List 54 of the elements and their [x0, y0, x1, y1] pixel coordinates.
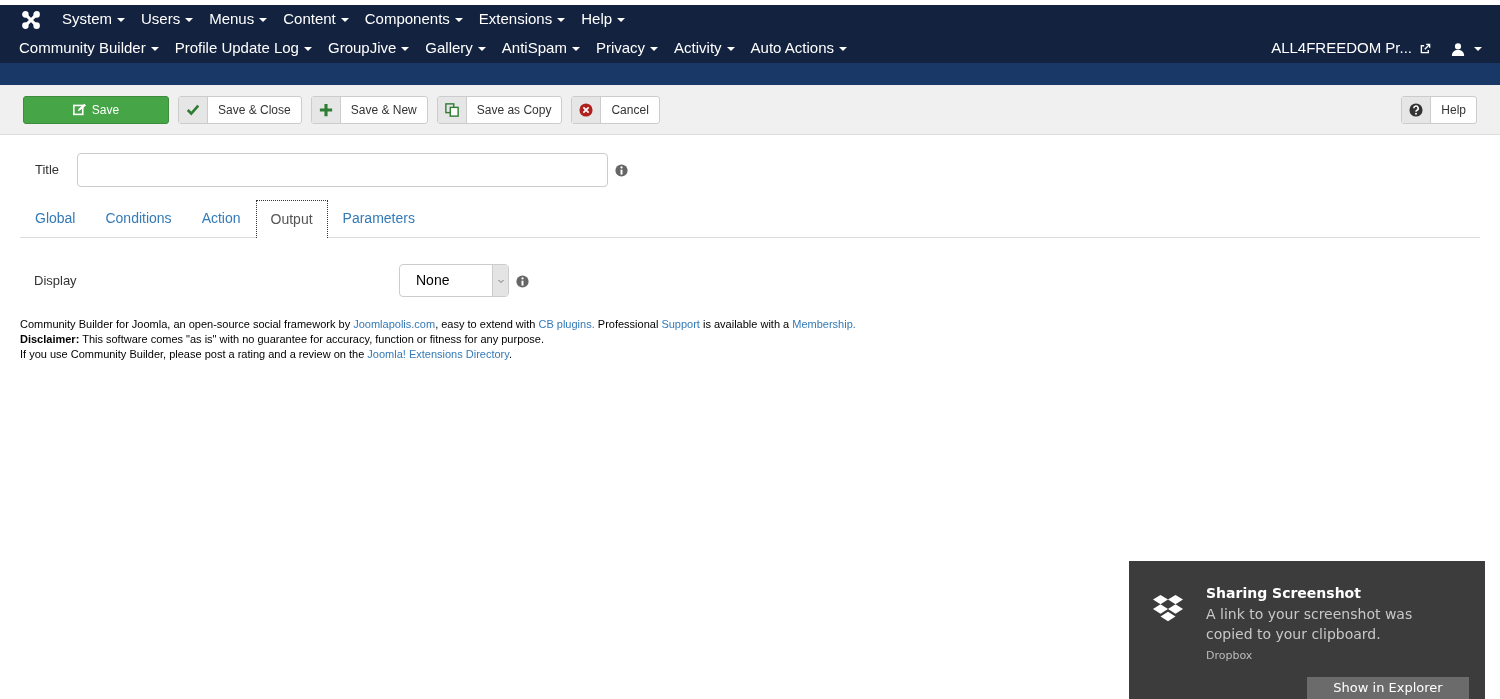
display-select[interactable]: None	[399, 264, 509, 297]
menu-item[interactable]: Privacy	[587, 37, 667, 60]
field-label: Title	[35, 161, 61, 180]
menu-item[interactable]: Gallery	[417, 37, 494, 60]
tab[interactable]: Parameters	[327, 200, 430, 237]
menu-item[interactable]: Users	[133, 8, 202, 31]
help-icon	[1409, 102, 1424, 117]
tab[interactable]: Global	[20, 200, 91, 237]
toolbar-button[interactable]: Save as Copy	[436, 95, 563, 124]
tab[interactable]: Conditions	[90, 200, 187, 237]
cancel-icon	[579, 102, 594, 117]
dropbox-logo-icon	[1152, 593, 1184, 623]
show-in-explorer-button[interactable]: Show in Explorer	[1307, 677, 1469, 699]
footer-text: Community Builder for Joomla, an open-source social framework by Joomlapolis.com, easy to extend with CB plugins. Professional Support is available with a Membership.	[20, 317, 857, 332]
info-icon	[515, 274, 529, 288]
footer-text: Disclaimer: This software comes "as is" with no guarantee for accuracy, function or fitness for any purpose.	[20, 332, 546, 347]
notification-source: Dropbox	[1206, 648, 1254, 664]
toolbar-button[interactable]: Save & Close	[178, 95, 302, 124]
footer-link[interactable]: Joomla! Extensions Directory	[367, 348, 509, 360]
edit-icon	[72, 103, 86, 116]
menu-item[interactable]: Content	[275, 8, 357, 31]
footer-text: If you use Community Builder, please post a rating and a review on the Joomla! Extensions Directory.	[20, 347, 513, 362]
notification-message: A link to your screenshot was copied to your clipboard.	[1206, 605, 1414, 644]
toolbar-button[interactable]: Help	[1401, 95, 1477, 124]
site-link[interactable]: ALL4FREEDOM Pr...	[1263, 37, 1420, 60]
menu-item[interactable]: Profile Update Log	[166, 37, 320, 60]
copy-icon	[444, 102, 459, 117]
user-menu-button[interactable]	[1451, 41, 1482, 56]
tab[interactable]: Action	[186, 200, 256, 237]
menu-item[interactable]: Help	[573, 8, 634, 31]
info-icon	[614, 164, 628, 178]
check-icon	[186, 102, 200, 117]
menu-item[interactable]: Components	[356, 8, 471, 31]
menu-item[interactable]: System	[54, 8, 133, 31]
field-label: Display	[34, 271, 78, 290]
footer-link[interactable]: CB plugins.	[538, 318, 595, 330]
notification-title: Sharing Screenshot	[1206, 584, 1362, 603]
menu-item[interactable]: GroupJive	[319, 37, 418, 60]
menu-item[interactable]: Auto Actions	[742, 37, 855, 60]
menu-item[interactable]: Extensions	[470, 8, 574, 31]
footer-link[interactable]: Membership.	[792, 318, 856, 330]
footer-link[interactable]: Support	[661, 318, 700, 330]
toolbar-button[interactable]: Cancel	[571, 95, 660, 124]
plus-icon	[318, 102, 333, 117]
toolbar-button[interactable]: Save & New	[310, 95, 428, 124]
menu-item[interactable]: AntiSpam	[493, 37, 588, 60]
menu-item[interactable]: Activity	[666, 37, 743, 60]
external-link-icon	[1420, 43, 1431, 54]
tab[interactable]: Output	[255, 200, 328, 238]
menu-item[interactable]: Menus	[201, 8, 276, 31]
joomla-logo-icon	[22, 10, 40, 29]
title-input[interactable]	[77, 153, 608, 187]
user-icon	[1451, 41, 1465, 56]
menu-item[interactable]: Community Builder	[11, 37, 167, 60]
